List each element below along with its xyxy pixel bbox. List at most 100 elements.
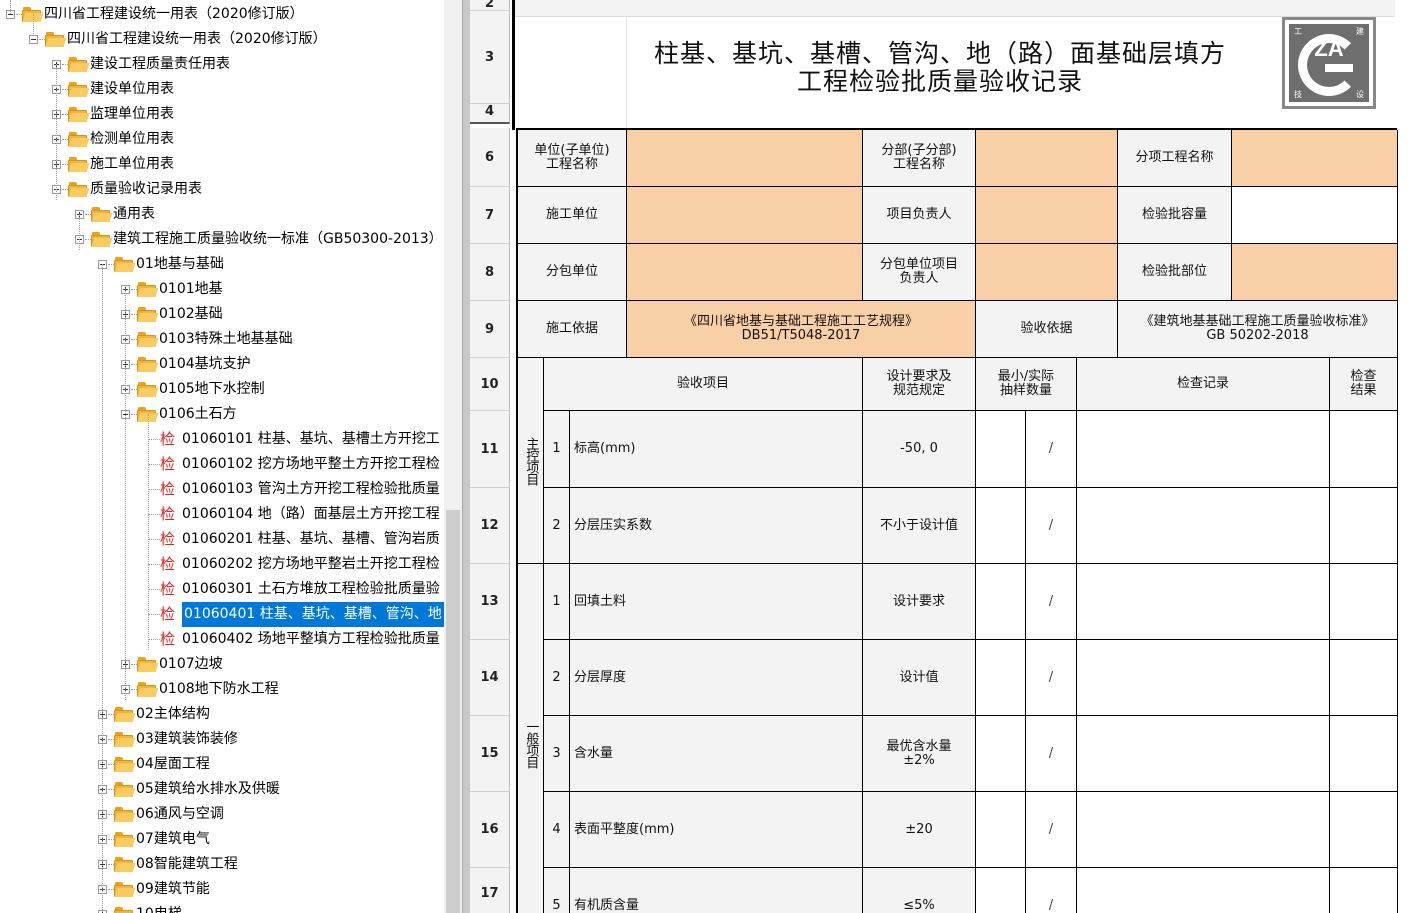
result-input[interactable]	[1330, 411, 1398, 488]
tree-document-item[interactable]: 检 01060201 柱基、基坑、基槽、管沟岩质	[0, 527, 444, 552]
tree-folder-item[interactable]: 09建筑节能	[0, 877, 444, 902]
sample-min-input[interactable]	[976, 488, 1026, 564]
tree-folder-item[interactable]: 0102基础	[0, 302, 444, 327]
tree-folder-item[interactable]: 10电梯	[0, 902, 444, 913]
tree-item-label: 检测单位用表	[90, 131, 174, 147]
tree-document-item[interactable]: 检 01060402 场地平整填方工程检验批质量	[0, 627, 444, 652]
document-check-icon: 检	[160, 480, 176, 498]
record-input[interactable]	[1077, 792, 1330, 868]
folder-icon	[68, 107, 90, 122]
tree-folder-item[interactable]: 0106土石方	[0, 402, 444, 427]
row-number[interactable]: 2	[470, 0, 510, 11]
tree-document-item[interactable]: 检 01060102 挖方场地平整土方开挖工程检	[0, 452, 444, 477]
record-input[interactable]	[1077, 716, 1330, 792]
tree-document-item[interactable]: 检 01060401 柱基、基坑、基槽、管沟、地	[0, 602, 444, 627]
row-number[interactable]: 10	[470, 358, 510, 411]
record-input[interactable]	[1077, 488, 1330, 564]
sample-min-input[interactable]	[976, 640, 1026, 716]
tree-folder-item[interactable]: 03建筑装饰装修	[0, 727, 444, 752]
tree-folder-item[interactable]: 0103特殊土地基基础	[0, 327, 444, 352]
record-input[interactable]	[1077, 868, 1330, 913]
tree-folder-item[interactable]: 0104基坑支护	[0, 352, 444, 377]
logo-corner-text: 设	[1356, 90, 1364, 99]
location-input[interactable]	[1232, 244, 1398, 301]
tree-scrollbar-thumb[interactable]	[446, 510, 460, 913]
tree-folder-item[interactable]: 06通风与空调	[0, 802, 444, 827]
row-number[interactable]: 16	[470, 792, 510, 868]
row-number[interactable]: 9	[470, 301, 510, 358]
sample-min-input[interactable]	[976, 564, 1026, 640]
subcontractor-input[interactable]	[627, 244, 863, 301]
row-number[interactable]: 4	[470, 104, 510, 124]
tree-folder-item[interactable]: 质量验收记录用表	[0, 177, 444, 202]
row-number[interactable]: 15	[470, 716, 510, 792]
capacity-input[interactable]	[1232, 187, 1398, 244]
row-number[interactable]: 6	[470, 128, 510, 187]
item-name: 表面平整度(mm)	[570, 792, 863, 868]
unit-input[interactable]	[627, 130, 863, 187]
sample-min-input[interactable]	[976, 716, 1026, 792]
basis-label: 施工依据	[518, 301, 627, 358]
result-input[interactable]	[1330, 868, 1398, 913]
form-sheet: 23467891011121314151617 01060401 柱基、基坑、基…	[470, 0, 1412, 913]
tree-folder-item[interactable]: 0107边坡	[0, 652, 444, 677]
tree-folder-item[interactable]: 0105地下水控制	[0, 377, 444, 402]
tree-folder-item[interactable]: 四川省工程建设统一用表（2020修订版）	[0, 27, 444, 52]
sample-min-input[interactable]	[976, 868, 1026, 913]
tree-folder-item[interactable]: 通用表	[0, 202, 444, 227]
result-input[interactable]	[1330, 564, 1398, 640]
result-input[interactable]	[1330, 716, 1398, 792]
tree-folder-item[interactable]: 四川省工程建设统一用表（2020修订版）	[0, 2, 444, 27]
tree-folder-item[interactable]: 检测单位用表	[0, 127, 444, 152]
pm-input[interactable]	[976, 187, 1118, 244]
constructor-label: 施工单位	[518, 187, 627, 244]
tree-item-label: 建筑工程施工质量验收统一标准（GB50300-2013）	[113, 231, 443, 247]
pane-divider[interactable]	[462, 0, 470, 913]
sample-min-input[interactable]	[976, 792, 1026, 868]
tree-scrollbar[interactable]	[444, 0, 462, 913]
tree-folder-item[interactable]: 建设工程质量责任用表	[0, 52, 444, 77]
row-number[interactable]: 3	[470, 11, 510, 104]
tree-folder-item[interactable]: 施工单位用表	[0, 152, 444, 177]
tree-folder-item[interactable]: 建筑工程施工质量验收统一标准（GB50300-2013）	[0, 227, 444, 252]
record-input[interactable]	[1077, 640, 1330, 716]
row-number[interactable]: 17	[470, 868, 510, 913]
tree-guide-line	[33, 14, 34, 36]
row-number[interactable]: 13	[470, 564, 510, 640]
folder-icon	[114, 707, 136, 722]
record-input[interactable]	[1077, 411, 1330, 488]
tree-folder-item[interactable]: 监理单位用表	[0, 102, 444, 127]
constructor-input[interactable]	[627, 187, 863, 244]
tree-folder-item[interactable]: 08智能建筑工程	[0, 852, 444, 877]
tree-folder-item[interactable]: 05建筑给水排水及供暖	[0, 777, 444, 802]
tree-folder-item[interactable]: 0101地基	[0, 277, 444, 302]
sub-pm-input[interactable]	[976, 244, 1118, 301]
result-input[interactable]	[1330, 488, 1398, 564]
record-input[interactable]	[1077, 564, 1330, 640]
tree-document-item[interactable]: 检 01060101 柱基、基坑、基槽土方开挖工	[0, 427, 444, 452]
tree-document-item[interactable]: 检 01060104 地（路）面基层土方开挖工程	[0, 502, 444, 527]
tree-connector	[148, 639, 160, 640]
result-input[interactable]	[1330, 640, 1398, 716]
tree-document-item[interactable]: 检 01060202 挖方场地平整岩土开挖工程检	[0, 552, 444, 577]
tree-folder-item[interactable]: 02主体结构	[0, 702, 444, 727]
title-left-cell	[515, 0, 627, 128]
tree-folder-item[interactable]: 建设单位用表	[0, 77, 444, 102]
row-number[interactable]: 14	[470, 640, 510, 716]
division-input[interactable]	[976, 130, 1118, 187]
expand-toggle-icon[interactable]	[29, 35, 38, 44]
tree-document-item[interactable]: 检 01060103 管沟土方开挖工程检验批质量	[0, 477, 444, 502]
tree-folder-item[interactable]: 01地基与基础	[0, 252, 444, 277]
row-number[interactable]: 7	[470, 187, 510, 244]
folder-icon	[137, 407, 159, 422]
tree-folder-item[interactable]: 07建筑电气	[0, 827, 444, 852]
tree-folder-item[interactable]: 0108地下防水工程	[0, 677, 444, 702]
row-number[interactable]: 8	[470, 244, 510, 301]
row-number[interactable]: 12	[470, 488, 510, 564]
tree-document-item[interactable]: 检 01060301 土石方堆放工程检验批质量验	[0, 577, 444, 602]
result-input[interactable]	[1330, 792, 1398, 868]
row-number[interactable]: 11	[470, 411, 510, 488]
tree-folder-item[interactable]: 04屋面工程	[0, 752, 444, 777]
sample-min-input[interactable]	[976, 411, 1026, 488]
subitem-input[interactable]	[1232, 130, 1398, 187]
